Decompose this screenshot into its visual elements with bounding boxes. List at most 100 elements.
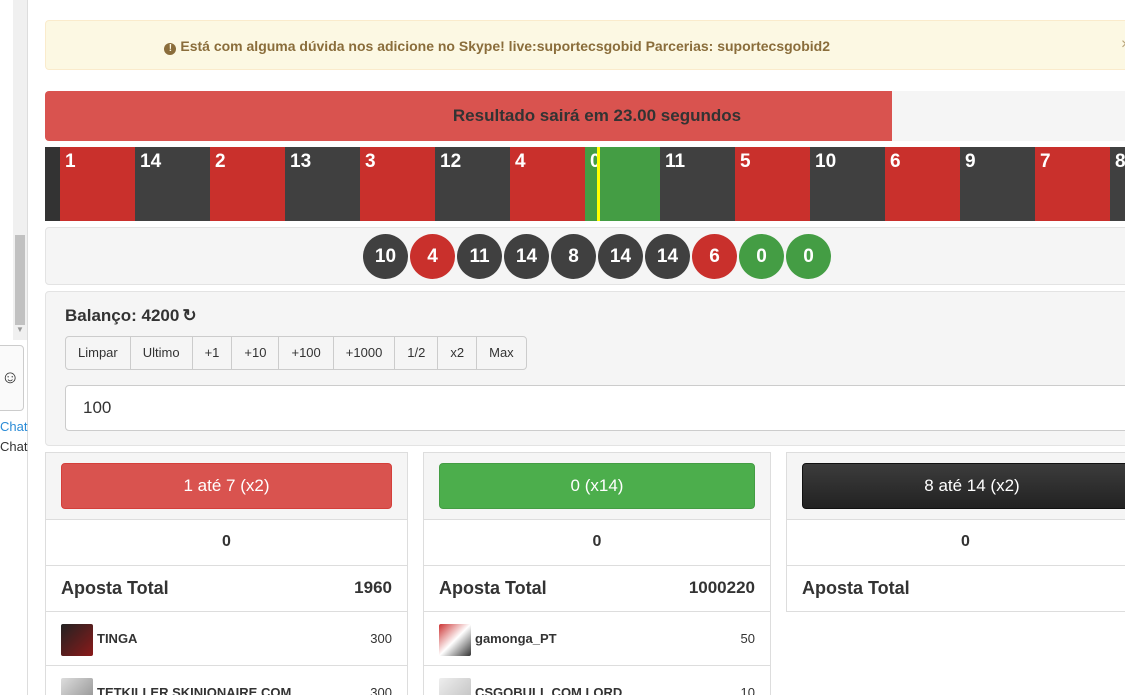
balance-label: Balanço: 4200 [65,306,180,325]
bet-panel-red: 1 até 7 (x2) 0 Aposta Total 1960 TINGA 300 TET… [45,452,408,695]
bet-panel-black: 8 até 14 (x2) 0 Aposta Total [786,452,1125,612]
countdown-text: Resultado sairá em 23.00 segundos [452,106,742,125]
panel-header: 1 até 7 (x2) [46,453,407,520]
bet-modifier-button[interactable]: +10 [231,336,280,370]
bet-panel-green: 0 (x14) 0 Aposta Total 1000220 gamonga_PT 50 C… [423,452,771,695]
player-name[interactable]: CSGOBULL.COM LORD [475,685,622,695]
player-bet-row: TINGA 300 [46,612,407,666]
history-ball: 0 [739,234,784,279]
wheel-tile: 6 [885,147,960,221]
player-name[interactable]: TETKILLER SKINIONAIRE.COM [97,685,291,695]
scrollbar[interactable]: ▼ [13,0,27,340]
wheel-tile-number: 6 [890,151,901,172]
wheel-tile-number: 10 [815,151,837,172]
avatar [439,678,471,695]
bet-modifier-button[interactable]: +1 [191,336,233,370]
history-ball: 14 [504,234,549,279]
bet-modifier-button[interactable]: Limpar [65,336,131,370]
wheel-tile-number: 7 [1040,151,1051,172]
wheel-tile-number: 5 [740,151,751,172]
player-bet-row: TETKILLER SKINIONAIRE.COM 300 [46,666,407,695]
bet-modifier-button[interactable]: Max [476,336,527,370]
wheel-tile: 3 [360,147,435,221]
total-bet-value: 1960 [354,578,392,597]
wheel-tile: 12 [435,147,510,221]
wheel-pointer [597,147,600,221]
wheel-tile-number: 11 [665,151,686,172]
wheel-tile-number: 1 [65,151,76,172]
bet-modifier-button[interactable]: x2 [437,336,478,370]
wheel-tile-number: 9 [965,151,976,172]
bet-modifier-button[interactable]: +1000 [332,336,396,370]
avatar [61,678,93,695]
wheel-tile-number: 8 [1115,151,1125,172]
avatar [61,624,93,656]
bet-modifier-button[interactable]: +100 [278,336,334,370]
history-ball: 8 [551,234,596,279]
bet-modifier-button[interactable]: Ultimo [129,336,193,370]
player-name[interactable]: gamonga_PT [475,631,557,646]
total-bet-label: Aposta Total [61,578,169,598]
history-ball: 14 [645,234,690,279]
wheel-tile: 14 [135,147,210,221]
wheel-tile: 7 [1035,147,1110,221]
wheel-tile: 11 [660,147,735,221]
history-ball: 14 [598,234,643,279]
smiley-icon: ☺ [1,367,20,387]
avatar [439,624,471,656]
panel-header: 0 (x14) [424,453,770,520]
close-icon[interactable]: × [1121,36,1125,54]
wheel-tile: 2 [210,147,285,221]
wheel-tile: 9 [960,147,1035,221]
scrollbar-thumb[interactable] [15,235,25,325]
history-ball: 11 [457,234,502,279]
history-ball: 6 [692,234,737,279]
scroll-down-arrow-icon[interactable]: ▼ [15,325,25,335]
player-bet-amount: 300 [370,685,392,695]
wheel-tile-number: 2 [215,151,226,172]
wheel-tile: 1 [60,147,135,221]
bet-amount-input[interactable] [65,385,1125,431]
chat-link[interactable]: Chat [0,419,27,434]
player-bet-amount: 300 [370,631,392,646]
wheel-tile: 8 [1110,147,1125,221]
chat-emoji-button[interactable]: ☺ [0,345,24,411]
total-bet-label: Aposta Total [802,578,910,598]
place-bet-red-button[interactable]: 1 até 7 (x2) [61,463,392,509]
bet-amount-button-group: Limpar Ultimo +1 +10 +100 +1000 1/2 x2 Max [65,336,527,370]
my-bet-value: 0 [222,533,231,550]
panel-header: 8 até 14 (x2) [787,453,1125,520]
my-bet-row: 0 [424,520,770,566]
wheel-tile: 13 [285,147,360,221]
info-icon: ! [164,43,177,55]
left-sidebar-strip: ▼ ☺ Chat Chat [0,0,28,695]
place-bet-green-button[interactable]: 0 (x14) [439,463,755,509]
total-bet-label: Aposta Total [439,578,547,598]
player-bet-row: CSGOBULL.COM LORD 10 [424,666,770,695]
my-bet-row: 0 [787,520,1125,566]
wheel-tile: 5 [735,147,810,221]
skype-contact-alert: ! Está com alguma dúvida nos adicione no … [45,20,1125,70]
wheel-tile-number: 3 [365,151,376,172]
place-bet-black-button[interactable]: 8 até 14 (x2) [802,463,1125,509]
roll-history: 10 4 11 14 8 14 14 6 0 0 [45,227,1125,285]
countdown-progress-bar: Resultado sairá em 23.00 segundos [45,91,1125,141]
alert-message: Está com alguma dúvida nos adicione no S… [180,38,830,54]
my-bet-row: 0 [46,520,407,566]
my-bet-value: 0 [961,533,970,550]
wheel-tile: 4 [510,147,585,221]
wheel-tile-number: 13 [290,151,312,172]
wheel-tile: 10 [810,147,885,221]
player-bet-amount: 50 [740,631,755,646]
total-bet-value: 1000220 [688,578,755,597]
player-bet-amount: 10 [740,685,755,695]
player-bet-row: gamonga_PT 50 [424,612,770,666]
refresh-icon[interactable]: ↻ [182,306,196,326]
player-name[interactable]: TINGA [97,631,137,646]
total-bet-row: Aposta Total 1000220 [424,566,770,612]
history-ball: 4 [410,234,455,279]
history-ball: 0 [786,234,831,279]
bet-modifier-button[interactable]: 1/2 [394,336,439,370]
wheel-tile-number: 14 [140,151,162,172]
total-bet-row: Aposta Total [787,566,1125,612]
